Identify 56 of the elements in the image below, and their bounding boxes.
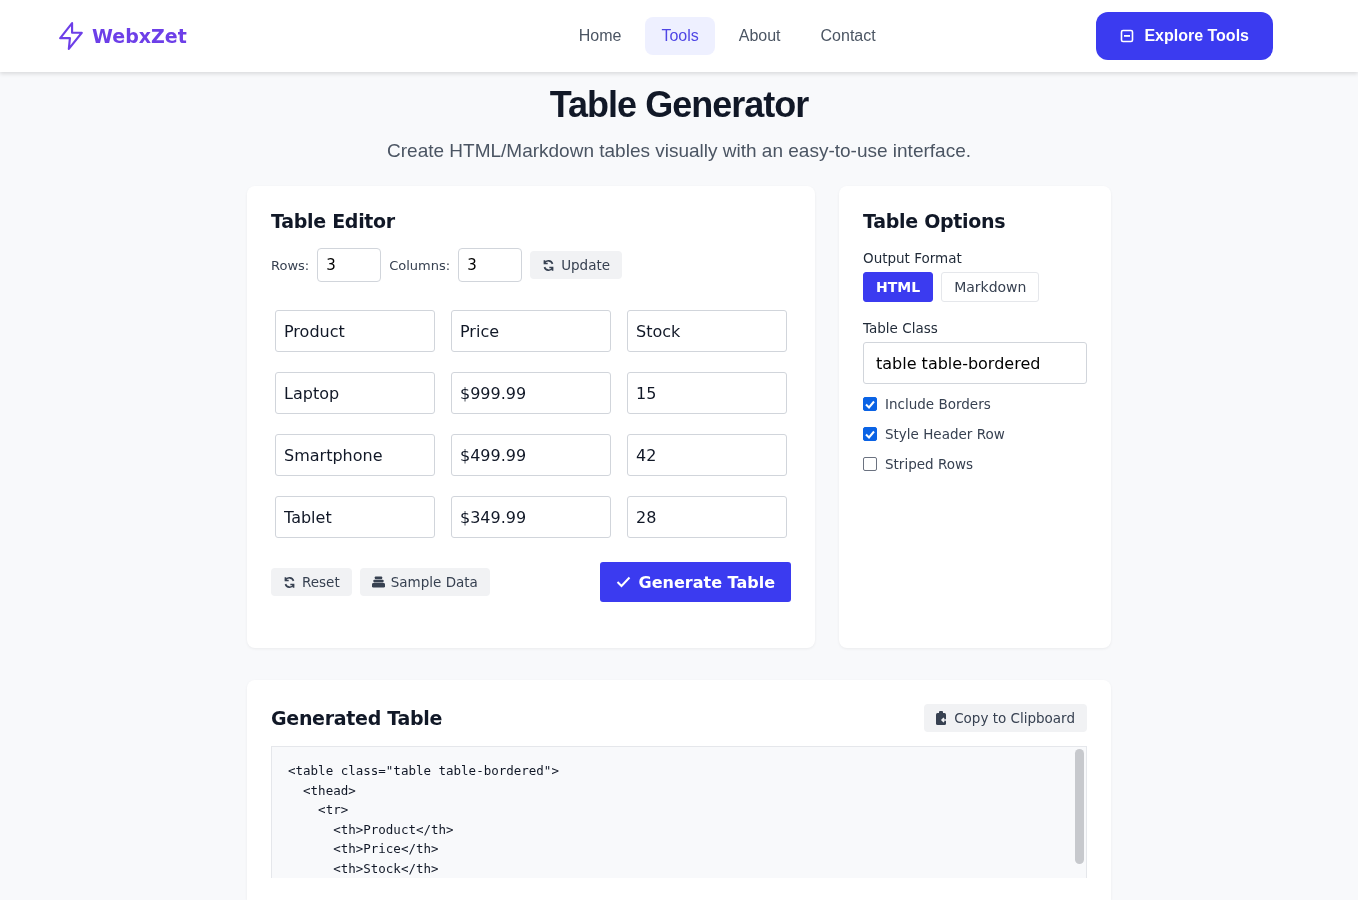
code-line: <th>Stock</th>	[332, 859, 440, 878]
card-title: Table Options	[863, 210, 1007, 232]
nav-link[interactable]: About	[722, 17, 797, 55]
copy-to-clipboard-button[interactable]: Copy to Clipboard	[924, 704, 1087, 732]
cell-input[interactable]: $349.99	[451, 496, 611, 538]
page-subtitle: Create HTML/Markdown tables visually with an easy-to-use interface.	[387, 140, 971, 162]
cell-input[interactable]: 42	[627, 434, 787, 476]
card-title: Generated Table	[271, 707, 443, 729]
cell-input[interactable]: Product	[275, 310, 435, 352]
format-toggle-button[interactable]: HTML	[863, 272, 934, 302]
nav-link[interactable]: Contact	[804, 17, 892, 55]
refresh-icon	[283, 575, 296, 589]
checkbox-label: Striped Rows	[885, 456, 973, 472]
code-line: <th>Price</th>	[332, 840, 440, 858]
columns-input[interactable]: 3	[458, 248, 523, 282]
brand-name[interactable]: WebxZet	[92, 25, 187, 47]
lightning-bolt-icon	[58, 22, 84, 50]
code-line: <table class="table table-bordered">	[288, 762, 560, 780]
cell-input[interactable]: 28	[627, 496, 787, 538]
columns-label: Columns:	[389, 257, 451, 273]
checkmark-icon	[615, 576, 631, 588]
page-title: Table Generator	[549, 84, 809, 126]
nav-link[interactable]: Home	[562, 17, 638, 55]
reset-button[interactable]: Reset	[271, 568, 352, 596]
cell-input[interactable]: $999.99	[451, 372, 611, 414]
code-line: <th>Product</th>	[332, 820, 455, 839]
cell-input[interactable]: Tablet	[275, 496, 435, 538]
sample-data-button[interactable]: Sample Data	[359, 568, 490, 596]
window-icon	[1120, 29, 1135, 43]
rows-label: Rows:	[271, 257, 310, 273]
refresh-icon	[542, 258, 556, 272]
checkbox[interactable]	[863, 457, 877, 471]
checkbox-label: Style Header Row	[885, 426, 1005, 442]
code-line: <thead>	[302, 781, 357, 800]
explore-tools-button[interactable]: Explore Tools	[1096, 12, 1273, 60]
rows-input[interactable]: 3	[317, 248, 382, 282]
generate-table-button[interactable]: Generate Table	[599, 562, 791, 602]
cell-input[interactable]: Smartphone	[275, 434, 435, 476]
stack-icon	[371, 576, 385, 588]
card-title: Table Editor	[271, 210, 396, 232]
nav-link[interactable]: Tools	[645, 17, 715, 55]
table-class-input[interactable]: table table-bordered	[863, 342, 1087, 384]
checkbox[interactable]	[863, 427, 877, 441]
code-line: <tr>	[317, 801, 350, 819]
table-class-label: Table Class	[863, 320, 939, 336]
clipboard-icon	[936, 711, 949, 725]
checkbox[interactable]	[863, 397, 877, 411]
checkbox-label: Include Borders	[885, 396, 991, 412]
output-format-label: Output Format	[863, 250, 963, 266]
cell-input[interactable]: Laptop	[275, 372, 435, 414]
update-button[interactable]: Update	[530, 251, 623, 279]
format-toggle-button[interactable]: Markdown	[941, 272, 1040, 302]
cell-input[interactable]: Price	[451, 310, 611, 352]
cell-input[interactable]: 15	[627, 372, 787, 414]
cell-input[interactable]: $499.99	[451, 434, 611, 476]
cell-input[interactable]: Stock	[627, 310, 787, 352]
